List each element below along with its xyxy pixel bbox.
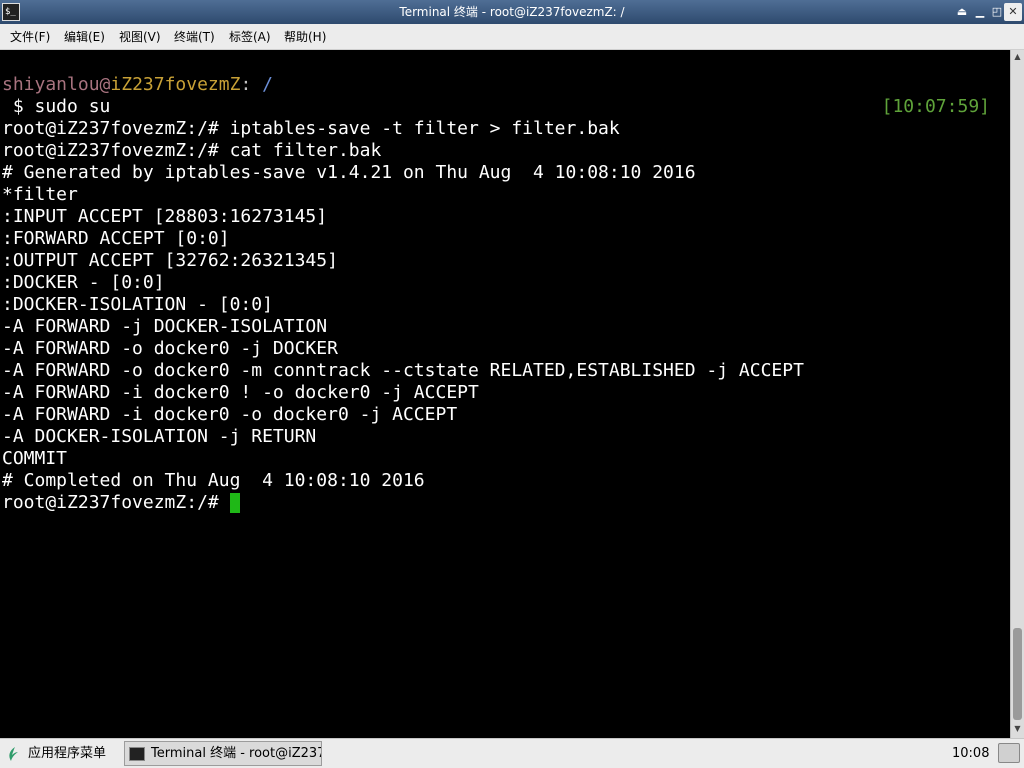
terminal-line: # Completed on Thu Aug 4 10:08:10 2016: [2, 470, 425, 491]
window-titlebar[interactable]: $_ Terminal 终端 - root@iZ237fovezmZ: / ⏏ …: [0, 0, 1024, 24]
terminal-line: -A FORWARD -i docker0 -o docker0 -j ACCE…: [2, 404, 458, 425]
menu-help[interactable]: 帮助(H): [280, 24, 330, 50]
prompt-user: shiyanlou: [2, 74, 100, 95]
prompt-at: @: [99, 74, 111, 95]
applications-leaf-icon: [9, 746, 18, 761]
scroll-down-icon[interactable]: ▼: [1011, 722, 1024, 736]
prompt-host: iZ237fovezmZ: [110, 74, 241, 95]
window-title: Terminal 终端 - root@iZ237fovezmZ: /: [399, 5, 625, 19]
maximize-window-icon[interactable]: ◰: [989, 4, 1005, 20]
terminal-line: :DOCKER - [0:0]: [2, 272, 165, 293]
terminal-app-icon[interactable]: $_: [2, 3, 20, 21]
terminal-line: -A FORWARD -i docker0 ! -o docker0 -j AC…: [2, 382, 479, 403]
menu-bar: 文件(F) 编辑(E) 视图(V) 终端(T) 标签(A) 帮助(H): [0, 24, 1024, 50]
terminal-cursor: [229, 493, 240, 513]
current-prompt-line: root@iZ237fovezmZ:/#: [2, 492, 240, 514]
applications-menu-label: 应用程序菜单: [28, 746, 107, 761]
prompt-timestamp: [10:07:59]: [881, 96, 990, 117]
terminal-line: COMMIT: [2, 448, 68, 469]
taskbar-clock[interactable]: 10:08: [952, 739, 989, 768]
menu-terminal[interactable]: 终端(T): [170, 24, 219, 50]
applications-menu-button[interactable]: 应用程序菜单: [6, 739, 106, 768]
menu-edit[interactable]: 编辑(E): [60, 24, 109, 50]
terminal-line: -A FORWARD -o docker0 -j DOCKER: [2, 338, 338, 359]
terminal-task-icon: [129, 746, 145, 761]
terminal-line: $ sudo su: [2, 96, 111, 117]
menu-tabs[interactable]: 标签(A): [225, 24, 275, 50]
terminal-output[interactable]: shiyanlou@iZ237fovezmZ: / [10:07:59] $ s…: [0, 50, 1010, 738]
terminal-line: :FORWARD ACCEPT [0:0]: [2, 228, 230, 249]
terminal-line: -A DOCKER-ISOLATION -j RETURN: [2, 426, 317, 447]
desktop: $_ Terminal 终端 - root@iZ237fovezmZ: / ⏏ …: [0, 0, 1024, 768]
terminal-line: root@iZ237fovezmZ:/# cat filter.bak: [2, 140, 382, 161]
terminal-line: *filter: [2, 184, 78, 205]
prompt-separator: :: [240, 74, 263, 95]
terminal-scrollbar[interactable]: ▲ ▼: [1010, 50, 1024, 738]
menu-file[interactable]: 文件(F): [6, 24, 54, 50]
menu-view[interactable]: 视图(V): [115, 24, 165, 50]
terminal-line: :INPUT ACCEPT [28803:16273145]: [2, 206, 328, 227]
current-prompt: root@iZ237fovezmZ:/#: [2, 492, 230, 513]
terminal-line: :DOCKER-ISOLATION - [0:0]: [2, 294, 273, 315]
terminal-line: -A FORWARD -o docker0 -m conntrack --cts…: [2, 360, 804, 381]
terminal-line: -A FORWARD -j DOCKER-ISOLATION: [2, 316, 328, 337]
taskbar: 应用程序菜单 Terminal 终端 - root@iZ237… 10:08: [0, 738, 1024, 768]
scrollbar-thumb[interactable]: [1013, 628, 1022, 720]
terminal-line: :OUTPUT ACCEPT [32762:26321345]: [2, 250, 338, 271]
tray-icon[interactable]: [998, 743, 1020, 763]
minimize-window-icon[interactable]: ▁: [972, 4, 988, 20]
prompt-line: shiyanlou@iZ237fovezmZ: /: [2, 74, 273, 96]
prompt-path: /: [262, 74, 273, 95]
taskbar-terminal-task[interactable]: Terminal 终端 - root@iZ237…: [124, 741, 322, 766]
shade-window-icon[interactable]: ⏏: [954, 4, 970, 20]
taskbar-task-label: Terminal 终端 - root@iZ237…: [151, 746, 322, 761]
terminal-line: # Generated by iptables-save v1.4.21 on …: [2, 162, 696, 183]
scroll-up-icon[interactable]: ▲: [1011, 50, 1024, 64]
close-window-icon[interactable]: ✕: [1004, 3, 1022, 21]
terminal-line: root@iZ237fovezmZ:/# iptables-save -t fi…: [2, 118, 620, 139]
